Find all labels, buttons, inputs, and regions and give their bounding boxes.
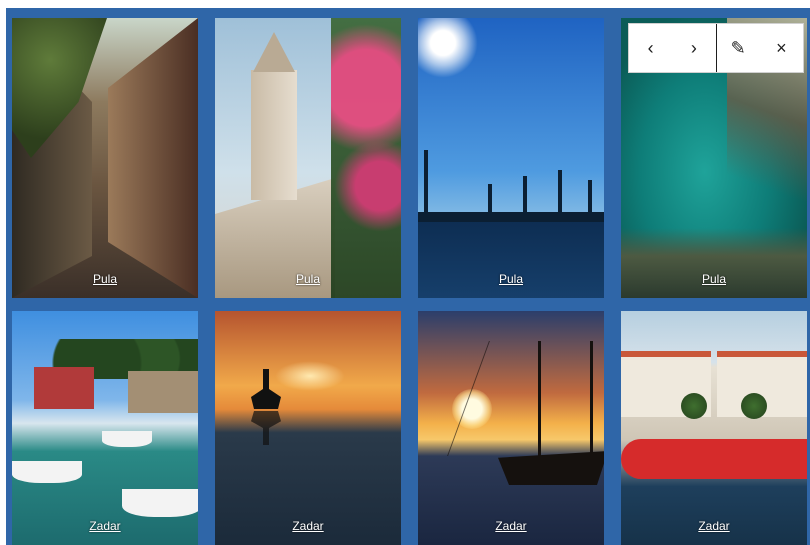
image-sailing-ship	[418, 311, 604, 545]
image-bell-tower	[215, 18, 401, 298]
image-caption-link[interactable]: Pula	[215, 272, 401, 286]
close-button[interactable]: ×	[760, 24, 803, 72]
image-caption-link[interactable]: Zadar	[418, 519, 604, 533]
pencil-icon: ✎	[730, 37, 746, 58]
edit-button[interactable]: ✎	[717, 24, 760, 72]
image-caption-link[interactable]: Zadar	[12, 519, 198, 533]
image-caption-link[interactable]: Zadar	[215, 519, 401, 533]
image-harbor-cranes	[418, 18, 604, 298]
previous-image-button[interactable]: ‹	[629, 24, 672, 72]
gallery-item-zadar-marina[interactable]: Zadar	[12, 311, 198, 545]
gallery-item-pula-harbor[interactable]: Pula	[418, 18, 604, 298]
next-image-button[interactable]: ›	[672, 24, 715, 72]
gallery: Pula Pula Pula Pula Zadar Zadar Zadar Za…	[6, 8, 810, 545]
close-icon: ×	[776, 37, 787, 58]
image-sunset-cyclist	[215, 311, 401, 545]
gallery-item-zadar-sunset-cyclist[interactable]: Zadar	[215, 311, 401, 545]
image-caption-link[interactable]: Pula	[12, 272, 198, 286]
image-caption-link[interactable]: Zadar	[621, 519, 807, 533]
image-toolbar: ‹ › ✎ ×	[628, 23, 804, 73]
gallery-item-zadar-submarine[interactable]: Zadar	[621, 311, 807, 545]
gallery-grid: Pula Pula Pula Pula Zadar Zadar Zadar Za…	[12, 18, 807, 545]
chevron-left-icon: ‹	[647, 37, 654, 58]
gallery-item-zadar-ship[interactable]: Zadar	[418, 311, 604, 545]
gallery-item-pula-alley[interactable]: Pula	[12, 18, 198, 298]
image-alley	[12, 18, 198, 298]
chevron-right-icon: ›	[690, 37, 697, 58]
image-marina	[12, 311, 198, 545]
image-caption-link[interactable]: Pula	[418, 272, 604, 286]
image-caption-link[interactable]: Pula	[621, 272, 807, 286]
image-red-submarine	[621, 311, 807, 545]
gallery-item-pula-tower[interactable]: Pula	[215, 18, 401, 298]
